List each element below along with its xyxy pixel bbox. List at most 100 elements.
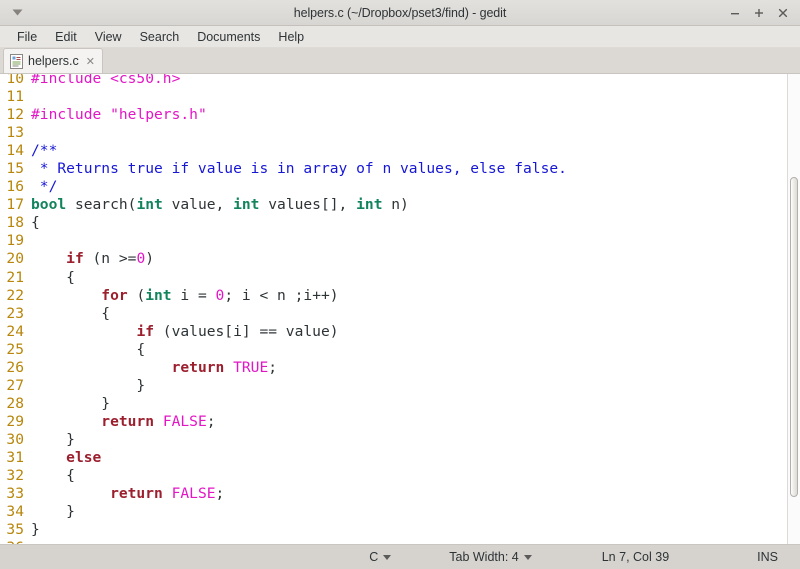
line-number: 29: [6, 412, 24, 430]
code-token: int: [145, 286, 172, 304]
code-text: {: [28, 341, 145, 359]
code-editor[interactable]: 10 #include <cs50.h> 11 12 #include "helpers…: [0, 74, 800, 544]
code-token: }: [31, 430, 75, 448]
code-token: ;: [215, 485, 225, 503]
code-token: {: [31, 340, 146, 358]
vertical-scrollbar[interactable]: [787, 74, 800, 544]
code-line: 33 return FALSE;: [0, 485, 800, 503]
code-text: {: [28, 305, 110, 323]
tab-close-icon[interactable]: ✕: [86, 56, 95, 67]
code-token: }: [31, 376, 146, 394]
editor-area[interactable]: 10 #include <cs50.h> 11 12 #include "helpers…: [0, 74, 800, 545]
insert-mode[interactable]: INS: [757, 550, 778, 564]
code-line: 30 }: [0, 431, 800, 449]
line-number: 14: [6, 142, 24, 160]
code-token: }: [31, 394, 111, 412]
line-number: 15: [6, 160, 24, 178]
code-line: 19: [0, 232, 800, 250]
code-line: 25 {: [0, 341, 800, 359]
close-button[interactable]: [772, 2, 794, 24]
line-number: 22: [6, 286, 24, 304]
code-token: int: [136, 196, 163, 214]
code-token: FALSE: [171, 485, 216, 503]
code-token: for: [101, 286, 128, 304]
menu-item-help[interactable]: Help: [269, 26, 313, 48]
minimize-button[interactable]: [724, 2, 746, 24]
maximize-button[interactable]: [748, 2, 770, 24]
code-text: */: [28, 178, 58, 196]
code-text: #include <cs50.h>: [28, 74, 180, 88]
code-token: (n >=: [83, 250, 137, 268]
code-token: n): [382, 196, 409, 214]
tab-width-selector[interactable]: Tab Width: 4: [449, 550, 532, 564]
chevron-down-icon: [383, 554, 392, 560]
code-token: (values[i] == value): [154, 322, 339, 340]
code-token: return: [101, 412, 155, 430]
code-line: 31 else: [0, 449, 800, 467]
language-label: C: [369, 550, 379, 564]
code-token: }: [31, 521, 40, 539]
document-icon: [10, 53, 23, 69]
menu-item-documents[interactable]: Documents: [188, 26, 269, 48]
code-text: }: [28, 521, 40, 539]
code-token: values[],: [259, 196, 357, 214]
code-text: #include "helpers.h": [28, 106, 207, 124]
menu-item-search[interactable]: Search: [131, 26, 189, 48]
code-token: i =: [171, 286, 216, 304]
line-number: 34: [6, 503, 24, 521]
line-number: 19: [6, 232, 24, 250]
line-number: 23: [6, 304, 24, 322]
code-token: int: [233, 196, 260, 214]
menu-item-edit[interactable]: Edit: [46, 26, 86, 48]
code-token: */: [31, 178, 58, 196]
gedit-window: helpers.c (~/Dropbox/pset3/find) - gedit…: [0, 0, 800, 569]
code-token: {: [31, 467, 75, 485]
code-text: return FALSE;: [28, 412, 215, 431]
menu-item-file[interactable]: File: [8, 26, 46, 48]
line-number: 27: [6, 376, 24, 394]
chevron-down-icon: [523, 554, 532, 560]
line-number: 26: [6, 358, 24, 376]
code-token: #include: [31, 74, 111, 87]
code-line: 26 return TRUE;: [0, 359, 800, 377]
code-token: if: [66, 250, 84, 268]
language-selector[interactable]: C: [369, 550, 392, 564]
line-number: 13: [6, 124, 24, 142]
code-token: else: [66, 448, 102, 466]
window-title: helpers.c (~/Dropbox/pset3/find) - gedit: [293, 5, 507, 20]
line-number: 10: [6, 74, 24, 87]
code-line: 32 {: [0, 467, 800, 485]
code-token: 0: [136, 250, 146, 268]
code-token: int: [356, 196, 383, 214]
code-line: 23 {: [0, 305, 800, 323]
code-token: <cs50.h>: [110, 74, 181, 87]
tab-helpers-c[interactable]: helpers.c ✕: [3, 48, 103, 73]
status-bar: C Tab Width: 4 Ln 7, Col 39 INS: [0, 545, 800, 569]
line-number: 33: [6, 485, 24, 503]
code-token: TRUE: [233, 358, 269, 376]
menu-item-view[interactable]: View: [86, 26, 131, 48]
line-number: 17: [6, 196, 24, 214]
code-token: search(: [66, 196, 137, 214]
code-text: bool search(int value, int values[], int…: [28, 196, 409, 214]
code-text: return FALSE;: [28, 485, 224, 503]
window-menu-button[interactable]: [4, 0, 30, 26]
scrollbar-thumb[interactable]: [790, 177, 798, 497]
code-line: 36: [0, 539, 800, 544]
code-text: /**: [28, 142, 57, 160]
menu-bar: File Edit View Search Documents Help: [0, 26, 800, 48]
code-token: if: [136, 322, 155, 340]
line-number: 21: [6, 268, 24, 286]
window-controls: [724, 0, 794, 26]
code-text: }: [28, 395, 110, 413]
tab-bar: helpers.c ✕: [0, 48, 800, 74]
code-token: 0: [215, 286, 225, 304]
code-text: if (n >=0): [28, 250, 154, 268]
code-token: ): [145, 250, 155, 268]
